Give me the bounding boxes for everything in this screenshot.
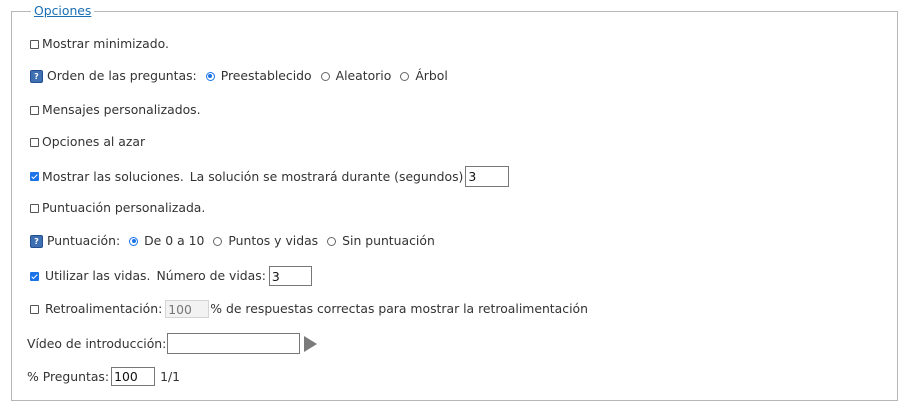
- custom-messages-label: Mensajes personalizados.: [42, 102, 201, 117]
- show-solutions-label: Mostrar las soluciones.: [42, 168, 184, 184]
- radio-preset-label: Preestablecido: [220, 68, 312, 83]
- help-icon[interactable]: ?: [30, 69, 43, 83]
- questions-count: 1/1: [160, 368, 181, 384]
- show-minimized-checkbox[interactable]: [30, 39, 39, 49]
- lives-count-input[interactable]: [268, 266, 312, 286]
- feedback-suffix: % de respuestas correctas para mostrar l…: [210, 301, 588, 316]
- scoring-option-none[interactable]: Sin puntuación: [327, 233, 435, 249]
- play-icon[interactable]: [304, 335, 318, 352]
- scoring-label: Puntuación:: [47, 233, 121, 248]
- show-solutions-checkbox[interactable]: [30, 172, 39, 181]
- radio-random[interactable]: [320, 71, 330, 81]
- intro-video-row: Vídeo de introducción:: [27, 333, 318, 354]
- help-icon[interactable]: ?: [30, 234, 43, 248]
- custom-score-row: Puntuación personalizada.: [30, 200, 205, 216]
- radio-0-10[interactable]: [129, 236, 139, 246]
- radio-tree[interactable]: [400, 71, 410, 81]
- scoring-row: ? Puntuación: De 0 a 10 Puntos y vidas S…: [30, 233, 444, 249]
- question-order-row: ? Orden de las preguntas: Preestablecido…: [30, 68, 457, 84]
- intro-video-label: Vídeo de introducción:: [27, 335, 167, 351]
- radio-no-score-label: Sin puntuación: [342, 233, 435, 248]
- random-options-checkbox[interactable]: [30, 137, 39, 147]
- show-minimized-row: Mostrar minimizado.: [30, 36, 169, 52]
- lives-row: Utilizar las vidas. Número de vidas:: [30, 266, 312, 286]
- lives-count-label: Número de vidas:: [156, 268, 266, 283]
- radio-points-lives-label: Puntos y vidas: [228, 233, 319, 248]
- questions-percent-input[interactable]: [111, 367, 156, 386]
- radio-0-10-label: De 0 a 10: [144, 233, 205, 248]
- random-options-row: Opciones al azar: [30, 134, 145, 150]
- radio-points-lives[interactable]: [213, 236, 223, 246]
- radio-random-label: Aleatorio: [335, 68, 392, 83]
- questions-percent-row: % Preguntas: 1/1: [27, 367, 180, 386]
- scoring-option-0-10[interactable]: De 0 a 10: [129, 233, 204, 249]
- question-order-option-random[interactable]: Aleatorio: [320, 68, 392, 84]
- intro-video-input[interactable]: [167, 333, 301, 354]
- radio-tree-label: Árbol: [415, 68, 448, 83]
- lives-checkbox[interactable]: [30, 271, 39, 281]
- scoring-option-points-lives[interactable]: Puntos y vidas: [213, 233, 318, 249]
- solution-duration-label: La solución se mostrará durante (segundo…: [189, 168, 464, 184]
- radio-preset[interactable]: [205, 71, 215, 81]
- feedback-checkbox[interactable]: [30, 304, 39, 314]
- lives-label: Utilizar las vidas.: [45, 268, 151, 283]
- question-order-option-preset[interactable]: Preestablecido: [205, 68, 312, 84]
- custom-score-checkbox[interactable]: [30, 203, 39, 213]
- question-order-option-tree[interactable]: Árbol: [400, 68, 448, 84]
- feedback-row: Retroalimentación: % de respuestas corre…: [30, 300, 588, 318]
- custom-messages-row: Mensajes personalizados.: [30, 102, 201, 118]
- radio-no-score[interactable]: [327, 236, 337, 246]
- show-solutions-row: Mostrar las soluciones. La solución se m…: [30, 166, 510, 187]
- show-minimized-label: Mostrar minimizado.: [42, 36, 169, 51]
- custom-messages-checkbox[interactable]: [30, 105, 39, 115]
- custom-score-label: Puntuación personalizada.: [42, 200, 206, 215]
- solution-duration-input[interactable]: [465, 166, 510, 187]
- options-legend[interactable]: Opciones: [31, 3, 95, 19]
- feedback-percent-input: [165, 300, 210, 318]
- random-options-label: Opciones al azar: [42, 134, 146, 149]
- feedback-label: Retroalimentación:: [45, 301, 163, 316]
- question-order-label: Orden de las preguntas:: [47, 68, 197, 83]
- questions-percent-label: % Preguntas:: [27, 368, 110, 384]
